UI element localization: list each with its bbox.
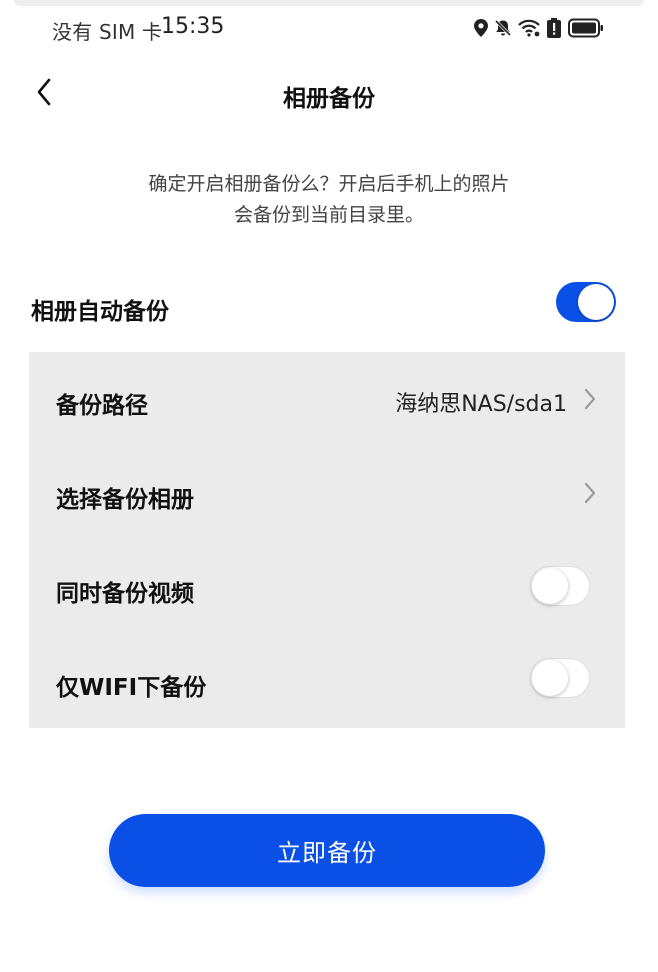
- battery-icon: [568, 18, 604, 38]
- backup-settings-panel: 备份路径 海纳思NAS/sda1 选择备份相册 同时备份视频 仅WIFI下备份: [29, 352, 625, 728]
- auto-backup-row: 相册自动备份: [0, 280, 658, 332]
- backup-path-value: 海纳思NAS/sda1: [395, 392, 567, 417]
- backup-videos-toggle[interactable]: [530, 566, 590, 606]
- description-line-2: 会备份到当前目录里。: [233, 204, 424, 226]
- chevron-right-icon: [583, 482, 597, 504]
- bell-off-icon: [494, 19, 512, 37]
- description-line-1: 确定开启相册备份么？开启后手机上的照片: [148, 173, 510, 195]
- auto-backup-toggle[interactable]: [556, 282, 616, 322]
- backup-path-row[interactable]: 备份路径 海纳思NAS/sda1: [29, 352, 625, 446]
- toggle-knob: [532, 660, 568, 696]
- wifi-only-row: 仅WIFI下备份: [29, 634, 625, 728]
- location-icon: [474, 19, 488, 37]
- page-title: 相册备份: [283, 86, 375, 112]
- backup-videos-label: 同时备份视频: [56, 581, 194, 607]
- battery-alert-icon: [546, 18, 562, 38]
- select-albums-label: 选择备份相册: [56, 487, 194, 513]
- top-edge: [14, 0, 644, 6]
- status-bar: 没有 SIM 卡 15:35: [0, 12, 658, 46]
- backup-description: 确定开启相册备份么？开启后手机上的照片 会备份到当前目录里。: [60, 169, 598, 231]
- auto-backup-label: 相册自动备份: [31, 299, 169, 325]
- toggle-knob: [578, 284, 614, 320]
- carrier-text: 没有 SIM 卡: [52, 20, 163, 44]
- clock-time: 15:35: [161, 14, 225, 39]
- app-header: 相册备份: [0, 70, 658, 120]
- select-albums-row[interactable]: 选择备份相册: [29, 446, 625, 540]
- chevron-right-icon: [583, 388, 597, 410]
- backup-path-label: 备份路径: [56, 393, 148, 419]
- wifi-only-label: 仅WIFI下备份: [56, 675, 207, 701]
- backup-now-button[interactable]: 立即备份: [109, 814, 545, 887]
- toggle-knob: [532, 568, 568, 604]
- wifi-only-toggle[interactable]: [530, 658, 590, 698]
- backup-videos-row: 同时备份视频: [29, 540, 625, 634]
- wifi-icon: [518, 19, 540, 37]
- status-icons: [474, 18, 604, 38]
